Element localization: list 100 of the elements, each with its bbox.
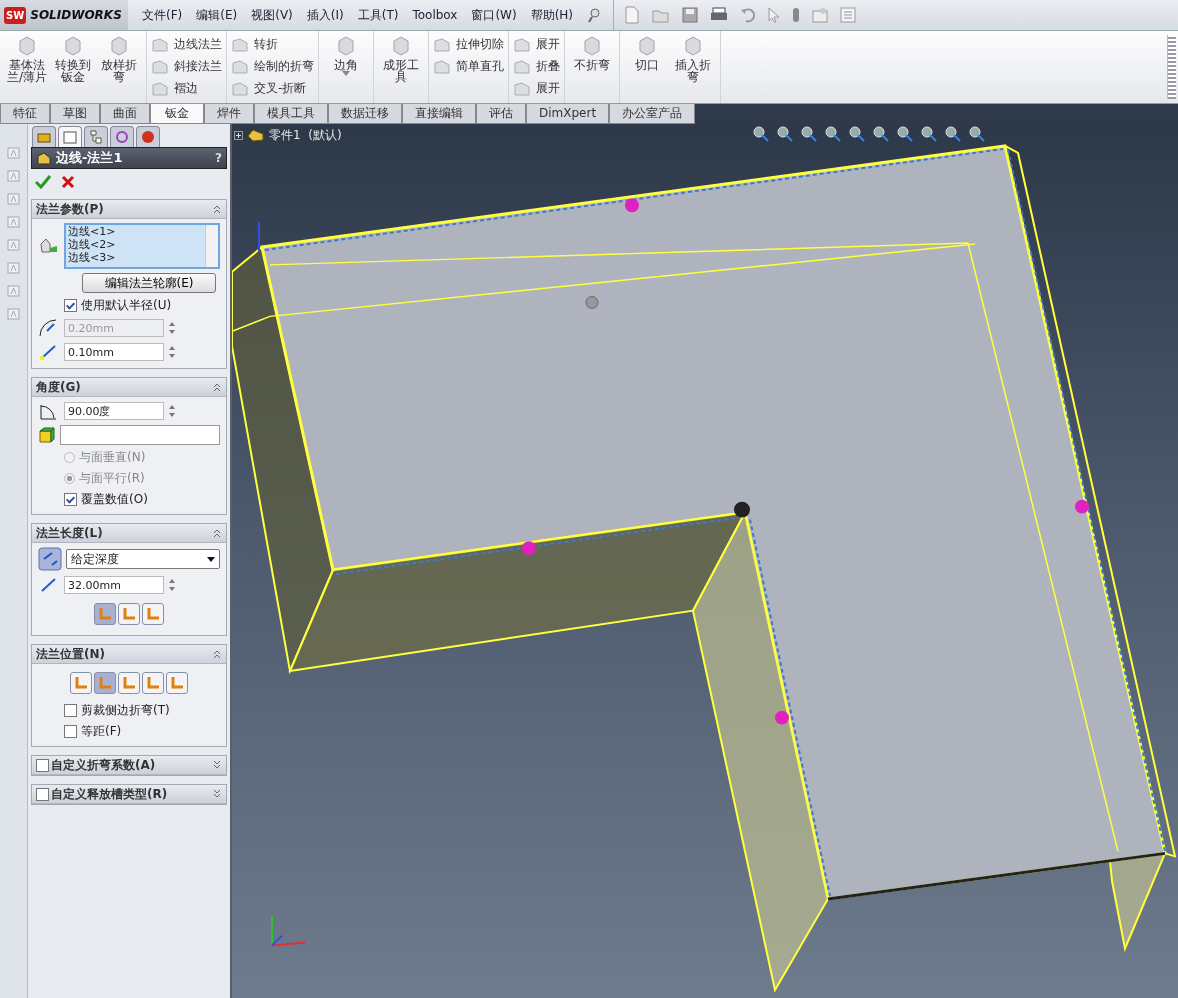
chevron-icon[interactable] [212,789,222,799]
spinner-arrows-icon[interactable] [168,345,176,359]
checkbox[interactable] [36,787,49,801]
ribbon-button[interactable]: 斜接法兰 [151,57,222,76]
section-header[interactable]: 法兰长度(L) [32,524,226,543]
close-icon[interactable] [61,175,75,189]
checklist-icon[interactable] [840,7,857,23]
ribbon-button[interactable]: 展开 [513,35,560,54]
menu-item[interactable]: Toolbox [412,8,458,22]
section-header[interactable]: 法兰位置(N) [32,645,226,664]
ribbon-button[interactable]: 绘制的折弯 [231,57,314,76]
command-tab[interactable]: 办公室产品 [609,104,696,124]
command-tab[interactable]: 特征 [0,104,50,124]
menu-item[interactable]: 视图(V) [251,6,293,24]
menu-item[interactable]: 插入(I) [306,6,344,24]
ribbon-button[interactable]: 边角 [323,35,369,99]
ribbon-button[interactable]: 边线法兰 [151,35,222,54]
spinner-arrows-icon[interactable] [168,321,176,335]
ribbon-button[interactable]: 简单直孔 [433,57,504,76]
flange-option-button[interactable] [142,672,164,694]
chevron-icon[interactable] [212,760,222,770]
section-header[interactable]: 角度(G) [32,378,226,397]
view-tool-icon[interactable] [751,125,770,143]
view-tool-icon[interactable] [871,125,890,143]
menu-item[interactable]: 窗口(W) [471,6,517,24]
edit-profile-button[interactable]: 编辑法兰轮廓(E) [82,273,216,293]
menu-item[interactable]: 工具(T) [357,6,399,24]
list-item[interactable]: 边线<3> [68,251,205,264]
panel-tab[interactable] [32,126,56,147]
menu-item[interactable]: 帮助(H) [530,6,574,24]
panel-tab[interactable] [110,126,134,147]
flange-option-button[interactable] [118,603,140,625]
ribbon-button[interactable]: 插入折弯 [670,35,716,99]
number-field[interactable]: 32.00mm [64,576,164,594]
cursor-icon[interactable] [768,7,781,23]
menu-item[interactable]: 编辑(E) [196,6,238,24]
view-tool-icon[interactable] [847,125,866,143]
command-tab[interactable]: 数据迁移 [328,104,402,124]
number-field[interactable]: 90.00度 [64,402,164,420]
spinner-arrows-icon[interactable] [168,404,176,418]
direction-button-icon[interactable] [38,547,62,571]
toolbar-grip[interactable] [1167,35,1176,99]
chevron-icon[interactable] [212,649,222,659]
chevron-icon[interactable] [212,382,222,392]
ribbon-button[interactable]: 基体法兰/薄片 [4,35,50,99]
checkmark-icon[interactable] [35,175,51,189]
printer-icon[interactable] [710,7,729,23]
face-selection-field[interactable] [60,425,220,445]
ribbon-button[interactable]: 拉伸切除 [433,35,504,54]
number-field[interactable]: 0.10mm [64,343,164,361]
checkbox[interactable] [64,704,77,717]
section-header[interactable]: 法兰参数(P) [32,200,226,219]
command-tab[interactable]: 草图 [50,104,100,124]
checkbox[interactable] [64,493,77,506]
view-tool-icon[interactable] [895,125,914,143]
undo-icon[interactable] [740,7,757,23]
list-item[interactable]: 边线<1> [68,225,205,238]
section-header[interactable]: 自定义折弯系数(A) [32,756,226,775]
new-document-icon[interactable] [624,6,641,24]
flange-option-button[interactable] [166,672,188,694]
ribbon-button[interactable]: 褶边 [151,79,222,98]
ribbon-button[interactable]: 不折弯 [569,35,615,99]
caret-icon[interactable] [342,71,350,76]
view-tool-icon[interactable] [919,125,938,143]
flange-option-button[interactable] [94,603,116,625]
end-condition-dropdown[interactable]: 给定深度 [66,549,220,569]
command-tab[interactable]: 模具工具 [254,104,328,124]
section-header[interactable]: 自定义释放槽类型(R) [32,785,226,804]
command-tab[interactable]: 直接编辑 [402,104,476,124]
edge-list[interactable]: 边线<1> 边线<2> 边线<3> [64,223,220,269]
flange-option-button[interactable] [142,603,164,625]
ribbon-button[interactable]: 展开 [513,79,560,98]
save-icon[interactable] [682,7,699,23]
command-tab[interactable]: 钣金 [150,104,204,124]
checkbox[interactable] [64,299,77,312]
command-tab[interactable]: 评估 [476,104,526,124]
ribbon-button[interactable]: 成形工具 [378,35,424,99]
flange-option-button[interactable] [94,672,116,694]
spinner-arrows-icon[interactable] [168,578,176,592]
flange-option-button[interactable] [70,672,92,694]
view-tool-icon[interactable] [775,125,794,143]
help-button[interactable]: ? [215,151,222,165]
command-tab[interactable]: DimXpert [526,104,610,124]
ribbon-button[interactable]: 转换到钣金 [50,35,96,99]
ribbon-button[interactable]: 放样折弯 [96,35,142,99]
chevron-icon[interactable] [212,528,222,538]
panel-tab[interactable] [84,126,108,147]
list-item[interactable]: 边线<2> [68,238,205,251]
view-tool-icon[interactable] [799,125,818,143]
command-tab[interactable]: 焊件 [204,104,254,124]
expand-icon[interactable] [234,130,243,140]
view-tool-icon[interactable] [967,125,986,143]
flange-option-button[interactable] [118,672,140,694]
view-tool-icon[interactable] [823,125,842,143]
chevron-icon[interactable] [212,204,222,214]
scrollbar[interactable] [205,225,218,267]
tree-item[interactable]: 零件1 (默认) [269,126,342,144]
panel-tab[interactable] [136,126,160,147]
ribbon-button[interactable]: 转折 [231,35,314,54]
panel-tab[interactable] [58,126,82,147]
